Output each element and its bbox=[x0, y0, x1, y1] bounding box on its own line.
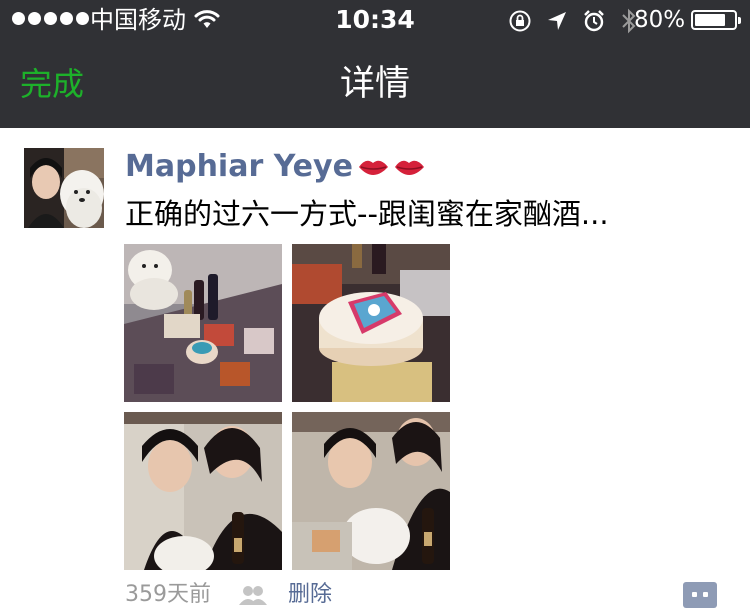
status-bar: 中国移动 10:34 80% bbox=[0, 0, 750, 40]
battery-icon bbox=[691, 10, 741, 30]
alarm-icon bbox=[584, 10, 604, 32]
battery-percent: 80% bbox=[634, 7, 686, 33]
location-arrow-icon bbox=[548, 12, 566, 30]
post-time: 359天前 bbox=[125, 582, 211, 607]
orientation-lock-icon bbox=[509, 10, 531, 32]
author-name[interactable]: Maphiar Yeye bbox=[125, 149, 353, 184]
status-icons bbox=[508, 8, 638, 34]
lips-icon bbox=[358, 160, 424, 175]
post-author[interactable]: Maphiar Yeye bbox=[125, 148, 427, 186]
battery-fill bbox=[695, 14, 725, 26]
avatar[interactable] bbox=[24, 148, 104, 228]
delete-button[interactable]: 删除 bbox=[288, 580, 332, 608]
post-text: 正确的过六一方式--跟闺蜜在家酗酒... bbox=[125, 197, 609, 231]
comment-icon[interactable] bbox=[683, 582, 717, 608]
page-title: 详情 bbox=[339, 64, 410, 104]
girls-selfie-photo-2[interactable] bbox=[292, 412, 450, 570]
friends-icon bbox=[239, 586, 267, 605]
girls-selfie-photo-1[interactable] bbox=[124, 412, 282, 570]
navigation-bar: 完成 详情 bbox=[0, 40, 750, 128]
moments-detail-screen: 中国移动 10:34 80% 完成 详情 Maphiar Yeye 正确的过六一… bbox=[0, 0, 750, 608]
dog-and-wine-table-photo[interactable] bbox=[124, 244, 282, 402]
doraemon-cake-photo[interactable] bbox=[292, 244, 450, 402]
